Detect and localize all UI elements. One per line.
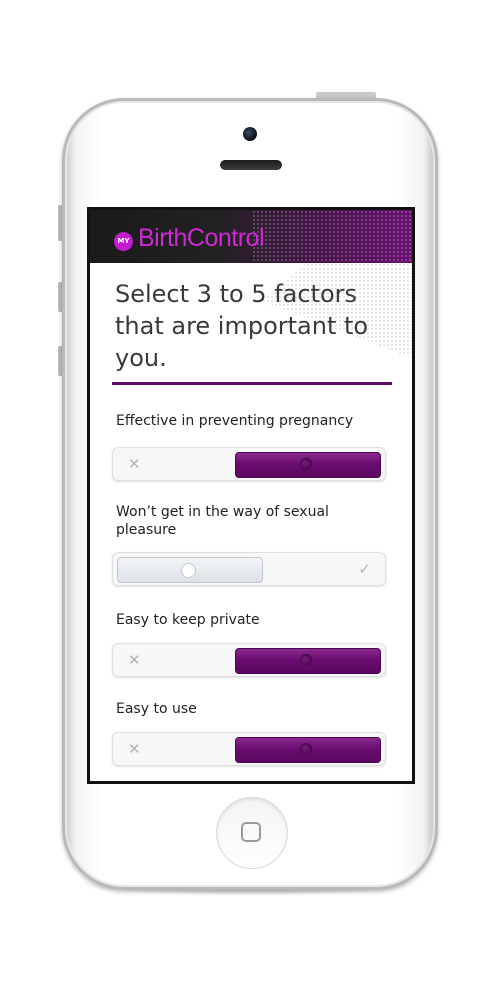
app-logo: BirthControl <box>138 224 265 252</box>
toggle-effective[interactable]: ✕ <box>112 447 386 481</box>
toggle-private[interactable]: ✕ <box>112 643 386 677</box>
logo-badge-icon: MY <box>114 232 133 251</box>
factor-label-sexual-pleasure: Won’t get in the way of sexual pleasure <box>116 504 329 538</box>
toggle-thumb[interactable] <box>235 452 381 478</box>
toggle-sexual-pleasure[interactable]: ✓ <box>112 552 386 586</box>
toggle-thumb[interactable] <box>235 648 381 674</box>
factor-label-effective: Effective in preventing pregnancy <box>116 413 354 429</box>
toggle-knob <box>300 743 312 755</box>
home-square-icon <box>241 822 261 842</box>
x-icon: ✕ <box>128 740 141 758</box>
app-header: MY BirthControl <box>90 210 412 263</box>
factor-label-easy-to-use: Easy to use <box>116 701 197 717</box>
front-camera <box>243 127 257 141</box>
toggle-thumb[interactable] <box>117 557 263 583</box>
title-divider <box>112 382 392 385</box>
toggle-easy-to-use[interactable]: ✕ <box>112 732 386 766</box>
x-icon: ✕ <box>128 651 141 669</box>
header-pattern <box>252 210 412 263</box>
check-icon: ✓ <box>358 560 371 578</box>
home-button[interactable] <box>216 797 288 869</box>
toggle-thumb[interactable] <box>235 737 381 763</box>
x-icon: ✕ <box>128 455 141 473</box>
earpiece-speaker <box>220 160 282 170</box>
toggle-knob <box>181 563 196 578</box>
toggle-knob <box>300 654 312 666</box>
toggle-knob <box>300 458 312 470</box>
app-screen: MY BirthControl Select 3 to 5 factors th… <box>87 207 415 784</box>
factor-label-private: Easy to keep private <box>116 612 260 628</box>
page-title: Select 3 to 5 factors that are important… <box>115 280 369 372</box>
